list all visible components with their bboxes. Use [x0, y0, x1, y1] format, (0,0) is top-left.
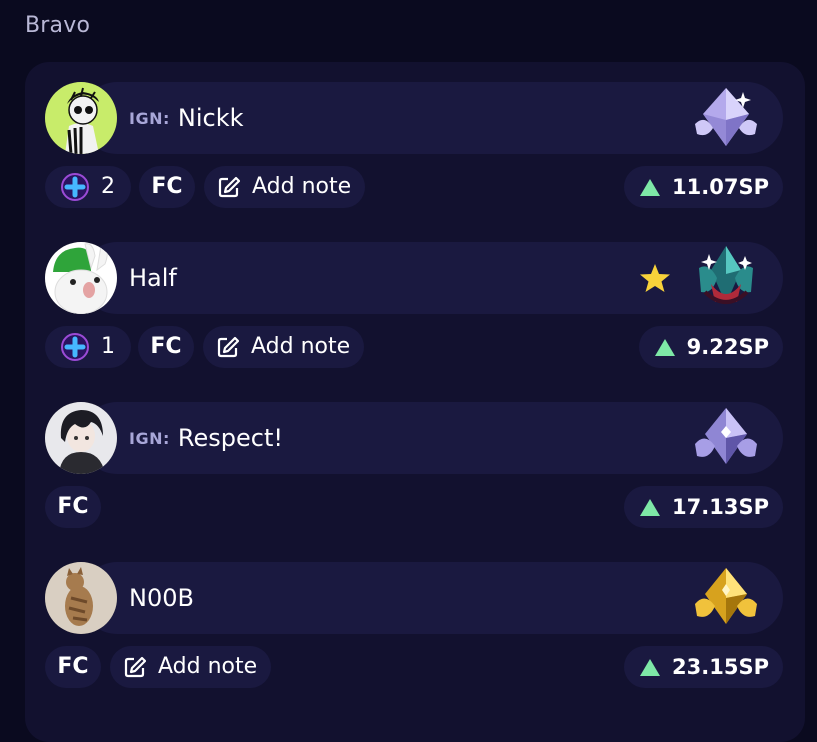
fc-pill[interactable]: FC — [45, 646, 101, 688]
fc-pill[interactable]: FC — [45, 486, 101, 528]
plus-count: 1 — [101, 334, 115, 359]
edit-note-icon — [124, 656, 146, 678]
avatar[interactable] — [45, 82, 117, 154]
avatar[interactable] — [45, 242, 117, 314]
player-bar[interactable]: IGN: Nickk — [45, 82, 783, 154]
player-name-text: N00B — [129, 584, 194, 612]
up-arrow-icon — [654, 338, 675, 356]
player-bar[interactable]: Half — [45, 242, 783, 314]
edit-note-icon — [217, 336, 239, 358]
avatar[interactable] — [45, 562, 117, 634]
avatar[interactable] — [45, 402, 117, 474]
add-note-label: Add note — [251, 334, 351, 359]
plus-icon — [61, 173, 89, 201]
sp-value: 11.07SP — [672, 175, 769, 199]
up-arrow-icon — [640, 658, 661, 676]
add-note-button[interactable]: Add note — [110, 646, 272, 688]
avatar-respect-icon — [45, 402, 117, 474]
player-entry: Half 1 FC Add note 9.22SP — [45, 242, 783, 372]
emerald-rank-icon — [699, 246, 753, 304]
add-note-label: Add note — [158, 654, 258, 679]
fc-label: FC — [150, 334, 182, 359]
ign-label: IGN: — [129, 108, 170, 128]
player-name: IGN: Nickk — [129, 82, 244, 154]
add-note-button[interactable]: Add note — [203, 326, 365, 368]
player-name-text: Nickk — [177, 104, 244, 132]
plus-icon — [61, 333, 89, 361]
fc-label: FC — [57, 654, 89, 679]
player-strip — [81, 242, 783, 314]
fc-pill[interactable]: FC — [139, 166, 195, 208]
edit-note-icon — [218, 176, 240, 198]
player-entry: N00B FC Add note 23.15SP — [45, 562, 783, 692]
sp-pill: 23.15SP — [624, 646, 783, 688]
player-bar[interactable]: IGN: Respect! — [45, 402, 783, 474]
add-note-button[interactable]: Add note — [204, 166, 366, 208]
fc-pill[interactable]: FC — [138, 326, 194, 368]
diamond-rank-icon — [695, 88, 757, 146]
sp-value: 9.22SP — [686, 335, 769, 359]
player-name-text: Respect! — [177, 424, 283, 452]
diamond-rank-icon — [695, 408, 757, 464]
player-name: Half — [129, 242, 177, 314]
favorite-star-icon[interactable] — [639, 262, 671, 294]
up-arrow-icon — [640, 498, 661, 516]
plus-count-pill[interactable]: 2 — [45, 166, 131, 208]
sp-pill: 11.07SP — [624, 166, 783, 208]
player-name: N00B — [129, 562, 194, 634]
avatar-n00b-icon — [45, 562, 117, 634]
player-entry: IGN: Nickk 2 FC Add note 11.07SP — [45, 82, 783, 212]
sp-value: 23.15SP — [672, 655, 769, 679]
section-title: Bravo — [25, 13, 91, 38]
add-note-label: Add note — [252, 174, 352, 199]
player-entry: IGN: Respect! FC 17.13SP — [45, 402, 783, 532]
ign-label: IGN: — [129, 428, 170, 448]
avatar-nickk-icon — [45, 82, 117, 154]
fc-label: FC — [151, 174, 183, 199]
plus-count-pill[interactable]: 1 — [45, 326, 131, 368]
player-name: IGN: Respect! — [129, 402, 283, 474]
plus-count: 2 — [101, 174, 115, 199]
gold-rank-icon — [695, 568, 757, 624]
sp-pill: 17.13SP — [624, 486, 783, 528]
player-bar[interactable]: N00B — [45, 562, 783, 634]
sp-pill: 9.22SP — [638, 326, 783, 368]
fc-label: FC — [57, 494, 89, 519]
sp-value: 17.13SP — [672, 495, 769, 519]
up-arrow-icon — [640, 178, 661, 196]
avatar-half-icon — [45, 242, 117, 314]
player-name-text: Half — [129, 264, 177, 292]
